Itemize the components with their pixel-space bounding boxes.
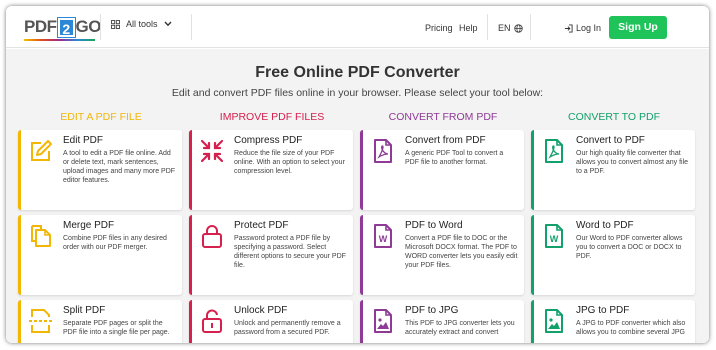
- grid-icon: [111, 19, 120, 29]
- language-selector[interactable]: EN: [498, 23, 523, 33]
- tool-card-description: Password protect a PDF file by specifyin…: [234, 235, 346, 269]
- tool-card-protect-pdf[interactable]: Protect PDF Password protect a PDF file b…: [189, 215, 353, 295]
- image-file-icon: [541, 308, 567, 334]
- logo[interactable]: PDF 2 GO: [24, 16, 101, 38]
- word-file-icon: W: [370, 223, 396, 249]
- main-content: Free Online PDF Converter Edit and conve…: [6, 49, 709, 343]
- chevron-down-icon: [164, 21, 172, 27]
- tool-card-title: Unlock PDF: [234, 305, 288, 316]
- tool-card-edit-pdf[interactable]: Edit PDF A tool to edit a PDF file online…: [18, 130, 182, 210]
- divider: [487, 14, 488, 40]
- tool-card-description: Unlock and permanently remove a password…: [234, 320, 341, 336]
- tool-card-title: Merge PDF: [63, 220, 115, 231]
- column-heading: IMPROVE PDF FILES: [219, 111, 325, 123]
- tool-card-title: Split PDF: [63, 305, 106, 316]
- globe-icon: [513, 23, 523, 33]
- tool-card-description: A tool to edit a PDF file online. Add or…: [63, 150, 176, 184]
- tool-card-title: Compress PDF: [234, 135, 303, 146]
- tool-card-description: Combine PDF files in any desired order w…: [63, 235, 167, 251]
- tool-card-description: Convert a PDF file to DOC or the Microso…: [405, 235, 518, 269]
- help-link[interactable]: Help: [459, 23, 478, 33]
- page-subtitle: Edit and convert PDF files online in you…: [171, 87, 544, 99]
- tool-card-split-pdf[interactable]: Split PDF Separate PDF pages or split the…: [18, 300, 182, 343]
- browser-frame: PDF 2 GO All tools Pricing Help EN Log In …: [6, 6, 709, 343]
- tool-card-description: Our high quality file converter that all…: [576, 150, 689, 175]
- merge-files-icon: [28, 223, 54, 249]
- tool-card-title: Convert to PDF: [576, 135, 645, 146]
- divider: [100, 14, 101, 40]
- image-file-icon: [370, 308, 396, 334]
- tool-card-description: A generic PDF Tool to convert a PDF file…: [405, 150, 504, 166]
- split-scissors-icon: [28, 308, 54, 334]
- column-heading: CONVERT FROM PDF: [388, 111, 498, 123]
- tool-card-compress-pdf[interactable]: Compress PDF Reduce the file size of your…: [189, 130, 353, 210]
- tool-card-description: Our Word to PDF converter allows you to …: [576, 235, 683, 260]
- divider: [191, 14, 192, 40]
- tool-card-convert-from-pdf[interactable]: Convert from PDF A generic PDF Tool to co…: [360, 130, 524, 210]
- svg-text:W: W: [550, 234, 559, 244]
- divider: [530, 14, 531, 40]
- column-heading: EDIT A PDF FILE: [60, 111, 142, 123]
- pdf-file-icon: [370, 138, 396, 164]
- pdf-file-icon: [541, 138, 567, 164]
- tool-card-description: A JPG to PDF converter which also allows…: [576, 320, 686, 336]
- all-tools-menu[interactable]: All tools: [111, 19, 172, 29]
- tool-card-pdf-to-jpg[interactable]: PDF to JPG This PDF to JPG converter lets…: [360, 300, 524, 343]
- tool-card-title: PDF to Word: [405, 220, 463, 231]
- tool-card-merge-pdf[interactable]: Merge PDF Combine PDF files in any desire…: [18, 215, 182, 295]
- tool-card-title: PDF to JPG: [405, 305, 459, 316]
- sign-up-button[interactable]: Sign Up: [609, 16, 667, 39]
- tool-card-convert-to-pdf[interactable]: Convert to PDF Our high quality file conv…: [531, 130, 695, 210]
- tool-card-title: Edit PDF: [63, 135, 104, 146]
- tool-card-title: Word to PDF: [576, 220, 634, 231]
- tool-card-description: Reduce the file size of your PDF online.…: [234, 150, 345, 175]
- lock-icon: [199, 223, 225, 249]
- page-title: Free Online PDF Converter: [255, 64, 460, 81]
- tool-card-jpg-to-pdf[interactable]: JPG to PDF A JPG to PDF converter which a…: [531, 300, 695, 343]
- all-tools-label: All tools: [126, 19, 158, 29]
- edit-pencil-icon: [28, 138, 54, 164]
- header: PDF 2 GO All tools Pricing Help EN Log In …: [6, 6, 709, 48]
- compress-arrows-icon: [199, 138, 225, 164]
- login-arrow-icon: [564, 23, 573, 33]
- tool-card-title: JPG to PDF: [576, 305, 630, 316]
- tool-card-title: Convert from PDF: [405, 135, 486, 146]
- tool-card-title: Protect PDF: [234, 220, 289, 231]
- tool-card-pdf-to-word[interactable]: W PDF to Word Convert a PDF file to DOC or…: [360, 215, 524, 295]
- login-link[interactable]: Log In: [564, 23, 601, 33]
- tool-card-description: Separate PDF pages or split the PDF file…: [63, 320, 170, 336]
- word-file-icon: W: [541, 223, 567, 249]
- tool-card-description: This PDF to JPG converter lets you accur…: [405, 320, 515, 336]
- svg-text:W: W: [379, 234, 388, 244]
- logo-color-bar: [24, 39, 95, 41]
- unlock-icon: [199, 308, 225, 334]
- tool-card-word-to-pdf[interactable]: W Word to PDF Our Word to PDF converter al…: [531, 215, 695, 295]
- tool-card-unlock-pdf[interactable]: Unlock PDF Unlock and permanently remove …: [189, 300, 353, 343]
- column-heading: CONVERT TO PDF: [568, 111, 660, 123]
- pricing-link[interactable]: Pricing: [425, 23, 453, 33]
